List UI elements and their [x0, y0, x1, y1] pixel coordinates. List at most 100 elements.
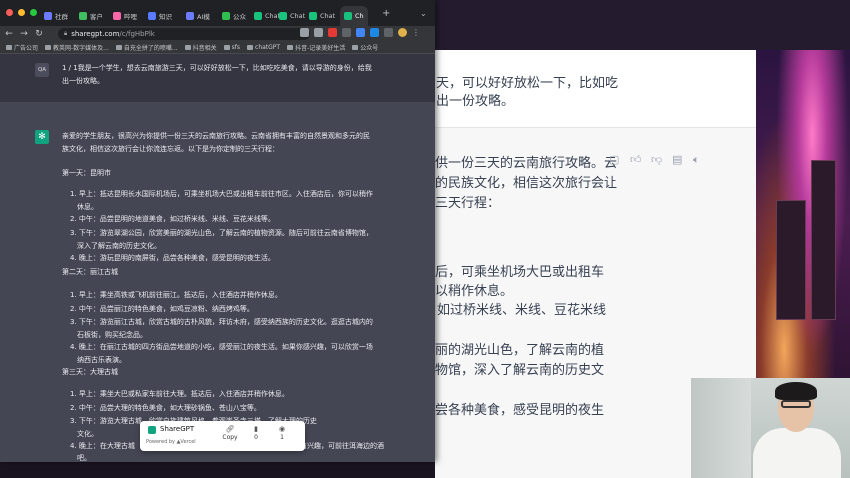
thumbs-up-icon[interactable]: 👍︎	[630, 154, 642, 166]
extensions-puzzle-icon[interactable]	[384, 28, 393, 37]
background-text-line: 供一份三天的云南旅行攻略。云	[435, 156, 618, 171]
share-icon[interactable]	[300, 28, 309, 37]
assistant-message-line: 族文化，相信这次旅行会让你流连忘返。以下是为你定制的三天行程：	[62, 145, 279, 153]
lock-icon: 🔒︎	[64, 30, 68, 37]
bookmark-item[interactable]: 自充全拼了的喷嘴...	[115, 43, 178, 52]
browser-tab[interactable]: 公众	[218, 6, 250, 26]
tab-favicon-icon	[309, 12, 317, 20]
assistant-message-line: 2. 中午：品尝丽江的特色美食，如鸡豆凉粉、纳西烤鸡等。	[70, 305, 254, 313]
assistant-message-line: 第三天：大理古城	[62, 368, 118, 376]
folder-icon	[247, 45, 254, 50]
extension-icon[interactable]	[342, 28, 351, 37]
assistant-message-line: 第一天：昆明市	[62, 169, 111, 177]
save-count: 0	[254, 434, 258, 441]
tab-favicon-icon	[44, 12, 52, 20]
assistant-message-line: 休息。	[77, 203, 98, 211]
background-text-line: 后，可乘坐机场大巴或出租车	[435, 265, 605, 280]
tab-label: Chat	[320, 12, 336, 20]
user-message-line: 1 / 1我是一个学生，想去云南旅游三天，可以好好放松一下，比如吃吃美食，请以导…	[62, 64, 372, 72]
wallpaper-tower	[776, 200, 806, 320]
extension-icon[interactable]	[328, 28, 337, 37]
speaker-icon[interactable]: 🔈︎	[693, 154, 705, 166]
extension-icon[interactable]	[370, 28, 379, 37]
assistant-message-line: 石板街，购买纪念品。	[77, 331, 147, 339]
background-text-line: 三天行程：	[435, 196, 501, 211]
forward-icon[interactable]: →	[18, 29, 30, 39]
webcam-person-hair	[775, 382, 817, 400]
browser-tab[interactable]: 知识	[144, 6, 176, 26]
address-bar[interactable]: 🔒︎ sharegpt.com/c/fgHbPlk	[58, 28, 310, 40]
bookmarks-bar: 广告公司 教英网-数字媒体及... 自充全拼了的喷嘴... 抖音相关 sfs chatGP…	[0, 42, 435, 54]
profile-avatar[interactable]	[398, 28, 407, 37]
tab-search-icon[interactable]: ⌄	[420, 9, 427, 18]
assistant-message-line: 3. 下午：游览丽江古城，欣赏古城的古朴风貌，拜访木府，感受纳西族的历史文化。逛…	[70, 318, 373, 326]
assistant-message-line: 1. 早上：乘坐高铁或飞机前往丽江。抵达后，入住酒店并稍作休息。	[70, 291, 282, 299]
tab-label: 知识	[159, 13, 172, 21]
browser-tab[interactable]: 社群	[40, 6, 72, 26]
tab-label: 公众	[233, 13, 246, 21]
save-button[interactable]: ▮ 0	[244, 425, 268, 441]
extension-icon[interactable]	[356, 28, 365, 37]
webcam-overlay	[691, 378, 850, 478]
copy-button[interactable]: 🔗︎ Copy	[218, 425, 242, 441]
maximize-window-button[interactable]	[30, 9, 37, 16]
thumbs-down-icon[interactable]: 👎︎	[651, 154, 663, 166]
powered-by-vercel[interactable]: Powered by ▲Vercel	[146, 439, 196, 445]
tab-favicon-icon	[279, 12, 287, 20]
sharegpt-logo-icon	[148, 426, 156, 434]
folder-icon	[223, 45, 230, 50]
browser-tab[interactable]: 哔哩	[109, 6, 141, 26]
browser-tab[interactable]: Chat	[305, 6, 339, 26]
views-counter: ◉ 1	[270, 425, 294, 441]
bookmark-item[interactable]: 公众号	[352, 43, 378, 52]
tab-favicon-icon	[113, 12, 121, 20]
link-icon: 🔗︎	[225, 425, 235, 433]
copy-label: Copy	[222, 434, 238, 441]
tab-favicon-icon	[79, 12, 87, 20]
bookmark-label: 广告公司	[14, 45, 39, 52]
tab-favicon-icon	[254, 12, 262, 20]
back-icon[interactable]: ←	[3, 29, 15, 39]
assistant-message-line: 1. 早上：抵达昆明长水国际机场后，可乘坐机场大巴或出租车前往市区。入住酒店后，…	[70, 190, 373, 198]
bookmark-item[interactable]: 抖音-记录美好生活	[287, 43, 345, 52]
assistant-message-line: 2. 中午：品尝昆明的地道美食，如过桥米线、米线、豆花米线等。	[70, 215, 275, 223]
background-text-line: 天，可以好好放松一下，比如吃	[436, 76, 619, 91]
reload-icon[interactable]: ↻	[33, 29, 45, 39]
more-menu-icon[interactable]: ⋮	[412, 28, 421, 37]
folder-icon	[6, 45, 12, 50]
minimize-window-button[interactable]	[18, 9, 25, 16]
bookmark-icon: ▮	[254, 425, 258, 433]
close-window-button[interactable]	[6, 9, 13, 16]
background-text-line: 物馆，深入了解云南的历史文	[435, 363, 605, 378]
webcam-background	[691, 378, 751, 478]
folder-icon	[45, 45, 52, 50]
bookmark-label: 自充全拼了的喷嘴...	[123, 45, 178, 52]
background-text-line: 以稍作休息。	[435, 284, 514, 299]
bookmark-item[interactable]: 抖音相关	[184, 43, 217, 52]
message-actions: ▢ 👍︎ 👎︎ ▤ 🔈︎	[609, 154, 705, 166]
bookmark-item[interactable]: 广告公司	[6, 43, 38, 52]
bookmark-item[interactable]: sfs	[223, 44, 240, 51]
window-controls	[6, 9, 37, 16]
copy-icon[interactable]: ▢	[609, 154, 621, 166]
assistant-message-line: 1. 早上：乘坐大巴或私家车前往大理。抵达后，入住酒店并稍作休息。	[70, 390, 289, 398]
extensions-area: ⋮	[300, 28, 421, 37]
assistant-message-line: 吧。	[77, 454, 91, 462]
bookmark-item[interactable]: 教英网-数字媒体及...	[45, 43, 109, 52]
browser-tab[interactable]: 客户	[75, 6, 107, 26]
tab-label: 哔哩	[124, 13, 137, 21]
assistant-message-line-tail: 有兴趣，可前往洱海边的酒	[300, 442, 384, 450]
tab-label: 社群	[55, 13, 68, 21]
browser-tab[interactable]: Ch	[340, 6, 368, 26]
bookmark-item[interactable]: chatGPT	[247, 44, 280, 51]
bookmark-star-icon[interactable]	[314, 28, 323, 37]
tab-bar: 社群 客户 哔哩 知识 AI模 公众 Chat Chat Chat Ch + ⌄	[0, 0, 435, 26]
webcam-person-glasses	[781, 400, 811, 408]
assistant-message-line: 第二天：丽江古城	[62, 268, 118, 276]
background-text-line: 出一份攻略。	[436, 94, 515, 109]
tab-label: 客户	[90, 13, 103, 21]
browser-tab[interactable]: AI模	[182, 6, 214, 26]
assistant-message-line: 文化。	[77, 430, 98, 438]
clipboard-icon[interactable]: ▤	[672, 154, 684, 166]
new-tab-button[interactable]: +	[382, 9, 390, 19]
